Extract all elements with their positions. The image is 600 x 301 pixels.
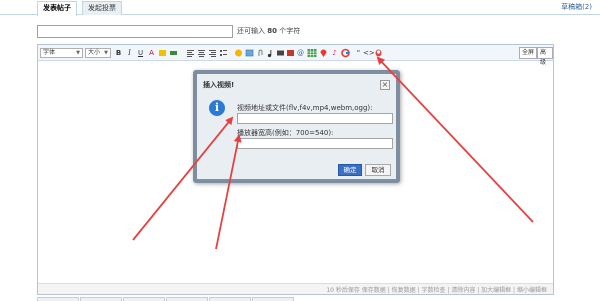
music-icon[interactable] xyxy=(266,48,275,58)
background-color-icon[interactable] xyxy=(158,48,167,58)
tab-bar: 发表帖子 发起投票 草稿箱(2) xyxy=(0,0,600,16)
confirm-button[interactable]: 确定 xyxy=(338,164,362,176)
link-icon[interactable] xyxy=(169,48,178,58)
editor-toolbar: 字体 ▼ 大小 ▼ B I U A @ ♪ “ <> 全屏 高级 xyxy=(38,45,553,66)
chevron-down-icon: ▼ xyxy=(104,50,108,56)
font-family-select-label: 字体 xyxy=(43,49,56,56)
title-hint-count: 80 xyxy=(267,27,277,35)
info-icon: i xyxy=(209,100,225,116)
font-size-select[interactable]: 大小 ▼ xyxy=(85,48,111,58)
attachment-tab[interactable] xyxy=(252,297,294,301)
italic-button[interactable]: I xyxy=(125,48,134,58)
draft-box-link[interactable]: 草稿箱(2) xyxy=(561,2,592,12)
title-hint-prefix: 还可输入 xyxy=(237,27,265,35)
flash-icon[interactable] xyxy=(286,48,295,58)
chevron-down-icon: ▼ xyxy=(76,50,80,56)
align-center-icon[interactable] xyxy=(197,48,206,58)
image-icon[interactable] xyxy=(245,48,254,58)
tab-new-poll[interactable]: 发起投票 xyxy=(82,1,122,15)
underline-button[interactable]: U xyxy=(136,48,145,58)
smiley-icon[interactable] xyxy=(234,48,243,58)
attachment-tab[interactable] xyxy=(209,297,251,301)
attachment-tabs xyxy=(37,296,297,301)
align-left-icon[interactable] xyxy=(186,48,195,58)
map-pin-icon[interactable] xyxy=(319,48,328,58)
attachment-tab[interactable] xyxy=(166,297,208,301)
player-size-label: 播放器宽高(例如：700=540): xyxy=(237,129,334,137)
title-char-hint: 还可输入 80 个字符 xyxy=(237,26,300,36)
attachment-tab[interactable] xyxy=(37,297,79,301)
attachment-tab[interactable] xyxy=(80,297,122,301)
insert-video-dialog: 插入视频! × i 视频地址或文件(flv,f4v,mp4,webm,ogg):… xyxy=(193,70,400,183)
code-button[interactable]: <> xyxy=(363,48,375,58)
status-bar-links[interactable]: 10 秒后保存 保存数据 | 恢复数据 | 字数检查 | 清除内容 | 加大编辑… xyxy=(326,285,547,294)
close-icon[interactable]: × xyxy=(380,80,390,90)
video-icon[interactable] xyxy=(276,48,285,58)
video-url-label: 视频地址或文件(flv,f4v,mp4,webm,ogg): xyxy=(237,104,373,112)
font-family-select[interactable]: 字体 ▼ xyxy=(40,48,83,58)
insert-video-icon[interactable] xyxy=(341,48,350,58)
attachment-icon[interactable] xyxy=(256,48,265,58)
email-icon[interactable]: @ xyxy=(296,48,305,58)
font-size-select-label: 大小 xyxy=(88,49,101,56)
music-note-icon[interactable]: ♪ xyxy=(330,48,339,58)
align-right-icon[interactable] xyxy=(208,48,217,58)
title-hint-suffix: 个字符 xyxy=(279,27,301,35)
post-title-input[interactable] xyxy=(37,25,233,38)
attachment-tab[interactable] xyxy=(123,297,165,301)
fullscreen-button[interactable]: 全屏 xyxy=(519,47,538,59)
editor-status-bar: 10 秒后保存 保存数据 | 恢复数据 | 字数检查 | 清除内容 | 加大编辑… xyxy=(38,283,553,294)
text-color-icon[interactable]: A xyxy=(147,48,156,58)
list-icon[interactable] xyxy=(219,48,228,58)
tab-new-post[interactable]: 发表帖子 xyxy=(37,1,77,16)
table-icon[interactable] xyxy=(307,48,317,58)
advanced-button[interactable]: 高级 xyxy=(537,47,553,66)
qq-icon[interactable] xyxy=(374,48,383,58)
cancel-button[interactable]: 取消 xyxy=(365,164,391,176)
quote-button[interactable]: “ xyxy=(354,48,363,58)
bold-button[interactable]: B xyxy=(114,48,123,58)
video-url-input[interactable] xyxy=(237,113,393,124)
dialog-title: 插入视频! xyxy=(203,81,235,89)
player-size-input[interactable] xyxy=(237,138,393,149)
